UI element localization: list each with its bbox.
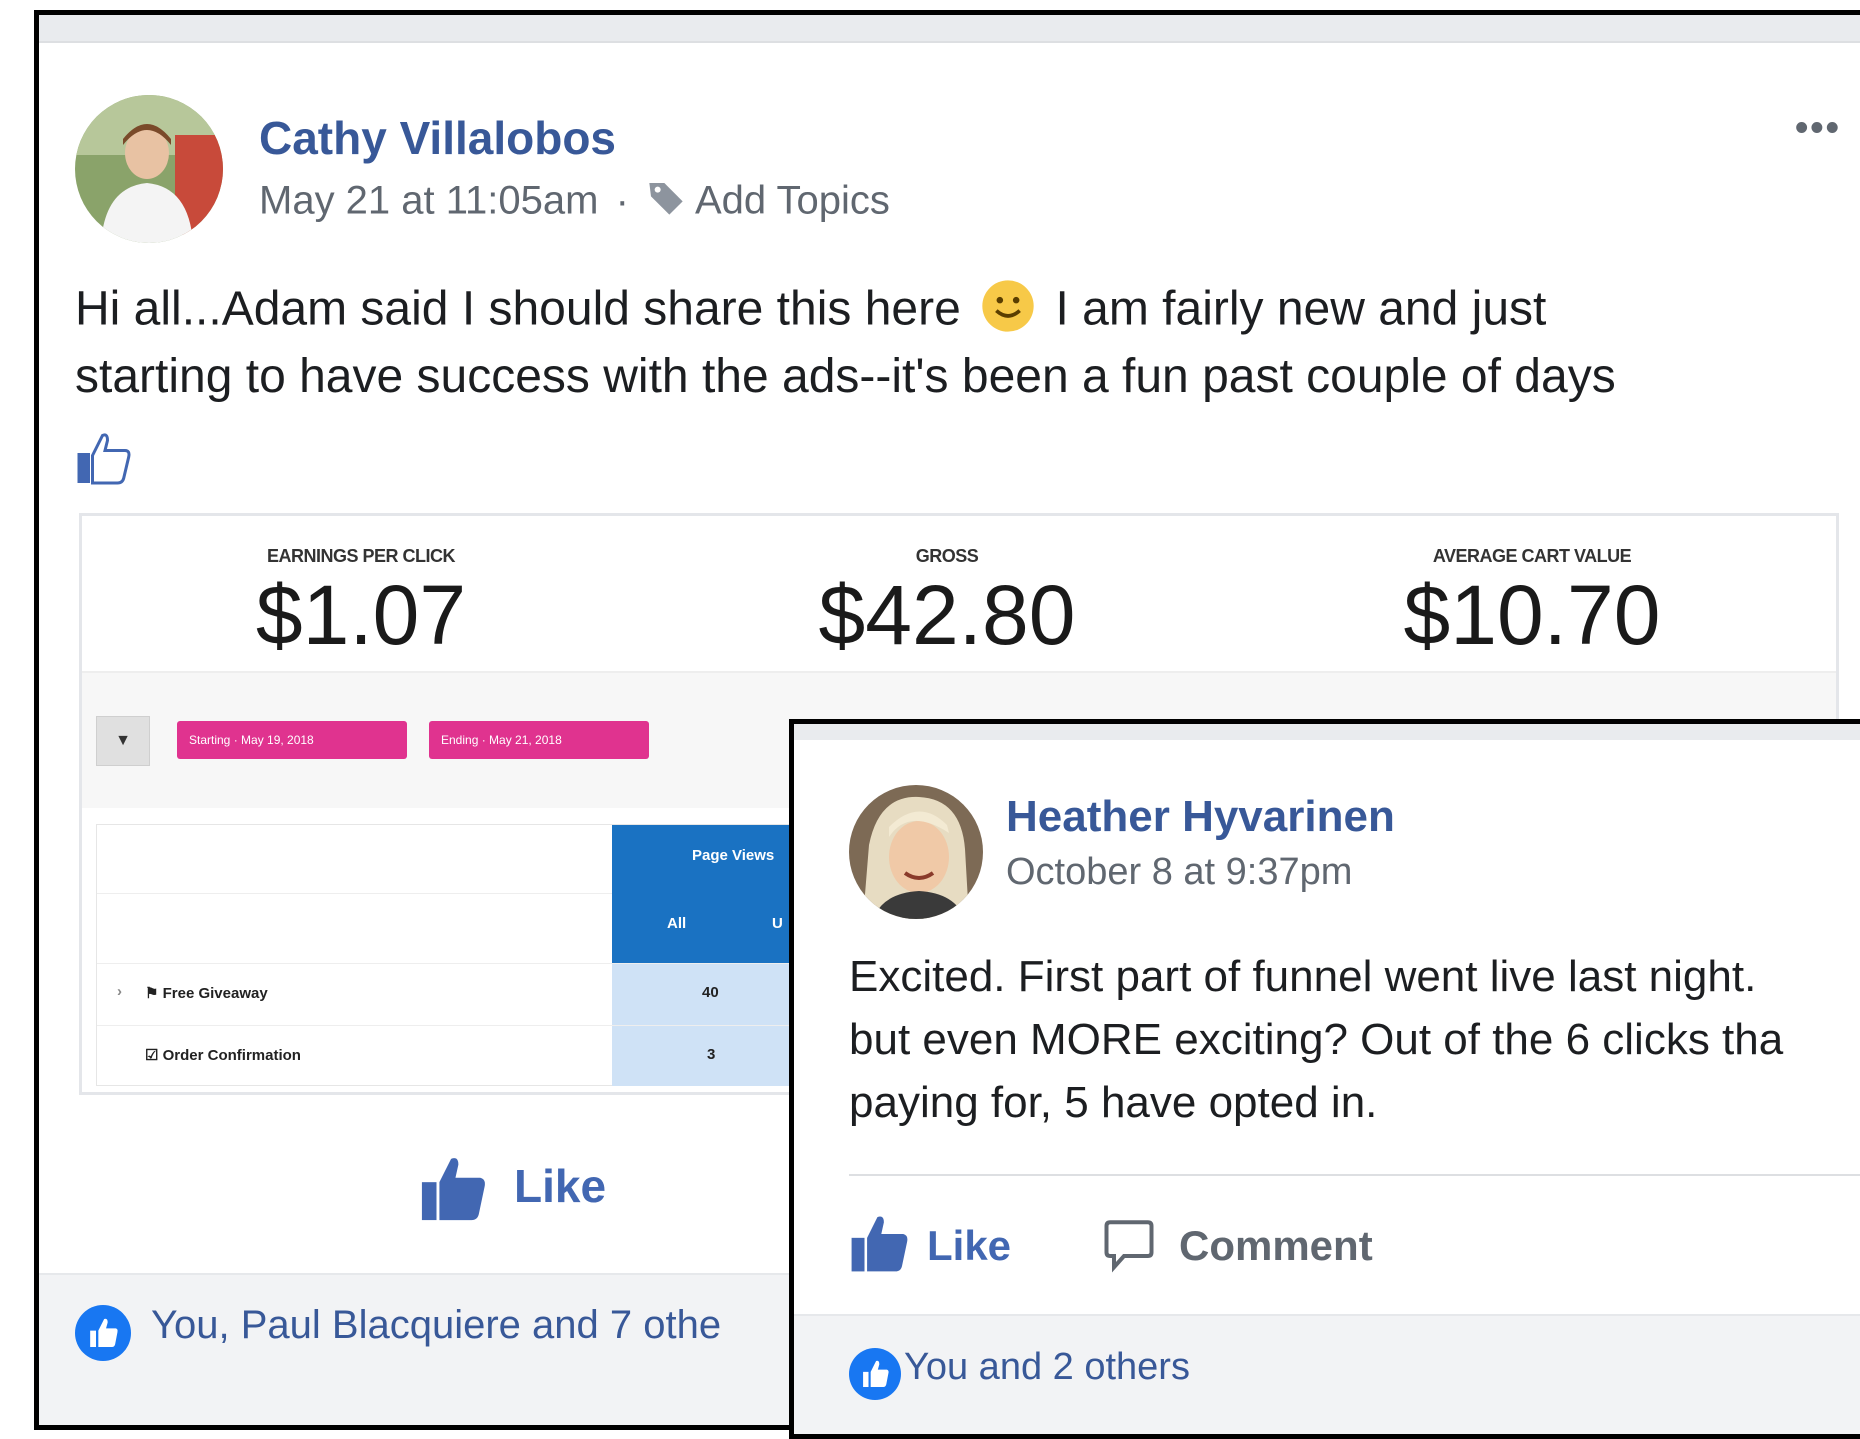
- like-label: Like: [514, 1160, 607, 1212]
- tag-icon[interactable]: [646, 178, 686, 228]
- stat-average-cart-value: AVERAGE CART VALUE $10.70: [1352, 546, 1712, 657]
- reactions-text[interactable]: You, Paul Blacquiere and 7 othe: [151, 1303, 721, 1348]
- like-button[interactable]: Like: [849, 1212, 1049, 1282]
- add-topics-link[interactable]: Add Topics: [695, 179, 890, 223]
- date-pill-start: Starting · May 19, 2018: [177, 721, 407, 759]
- thumbs-up-icon: [419, 1153, 489, 1228]
- checkbox-icon: ☑: [145, 1047, 163, 1064]
- comment-label: Comment: [1179, 1222, 1373, 1269]
- stat-label: GROSS: [915, 546, 979, 566]
- feed-top-strip: [794, 724, 1860, 740]
- thumbs-up-emoji-icon: [75, 428, 135, 493]
- post-text-line1: Hi all...Adam said I should share this h…: [75, 278, 1546, 346]
- post-timestamp[interactable]: October 8 at 9:37pm: [1006, 851, 1352, 894]
- avatar[interactable]: [849, 785, 983, 919]
- post-text-line: but even MORE exciting? Out of the 6 cli…: [849, 1015, 1784, 1064]
- row-label: Free Giveaway: [162, 985, 268, 1002]
- post-card-heather: Heather Hyvarinen October 8 at 9:37pm Ex…: [789, 719, 1860, 1439]
- reactions-text[interactable]: You and 2 others: [904, 1346, 1190, 1389]
- stat-earnings-per-click: EARNINGS PER CLICK $1.07: [181, 546, 541, 657]
- table-cell-value: 40: [702, 984, 719, 1001]
- author-name[interactable]: Cathy Villalobos: [259, 111, 616, 165]
- date-pill-end: Ending · May 21, 2018: [429, 721, 649, 759]
- stat-value: $10.70: [1403, 568, 1661, 662]
- post-text-line2: starting to have success with the ads--i…: [75, 350, 1616, 403]
- thumbs-up-icon: [849, 1212, 911, 1279]
- post-text-part: I am fairly new and just: [1055, 282, 1547, 336]
- comment-button[interactable]: Comment: [1099, 1212, 1429, 1282]
- like-reaction-icon: [849, 1348, 901, 1405]
- post-text-part: Hi all...Adam said I should share this h…: [75, 282, 961, 336]
- avatar-photo: [849, 785, 983, 919]
- post-text-line: Excited. First part of funnel went live …: [849, 952, 1757, 1001]
- table-header-label: Page Views: [692, 847, 775, 864]
- comment-icon: [1099, 1216, 1159, 1281]
- smiley-icon: [980, 278, 1036, 346]
- table-cell-value: 3: [707, 1046, 716, 1063]
- reactions-bar[interactable]: You and 2 others: [794, 1314, 1860, 1434]
- divider: [849, 1174, 1860, 1176]
- table-subheader: U: [772, 915, 783, 932]
- filter-icon: ▼: [96, 716, 150, 766]
- post-timestamp[interactable]: May 21 at 11:05am: [259, 179, 598, 223]
- stat-value: $42.80: [818, 568, 1076, 662]
- row-label: Order Confirmation: [162, 1047, 301, 1064]
- more-options-icon[interactable]: •••: [1795, 109, 1841, 147]
- like-label: Like: [927, 1222, 1012, 1269]
- stat-value: $1.07: [255, 568, 467, 662]
- meta-separator: ·: [615, 178, 629, 223]
- chevron-right-icon: ›: [117, 983, 122, 1000]
- post-meta: May 21 at 11:05am · Add Topics: [259, 178, 890, 228]
- stat-label: EARNINGS PER CLICK: [266, 546, 456, 566]
- stat-label: AVERAGE CART VALUE: [1432, 546, 1632, 566]
- table-row-label: ⚑ Free Giveaway: [145, 984, 268, 1002]
- feed-top-strip: [39, 15, 1860, 43]
- table-row-label: ☑ Order Confirmation: [145, 1046, 301, 1064]
- stat-gross: GROSS $42.80: [767, 546, 1127, 657]
- post-text-line: paying for, 5 have opted in.: [849, 1078, 1378, 1127]
- table-subheader: All: [667, 915, 687, 932]
- like-reaction-icon: [75, 1305, 131, 1366]
- avatar-photo: [75, 95, 223, 243]
- author-name[interactable]: Heather Hyvarinen: [1006, 792, 1395, 842]
- avatar[interactable]: [75, 95, 223, 243]
- flag-icon: ⚑: [145, 985, 163, 1002]
